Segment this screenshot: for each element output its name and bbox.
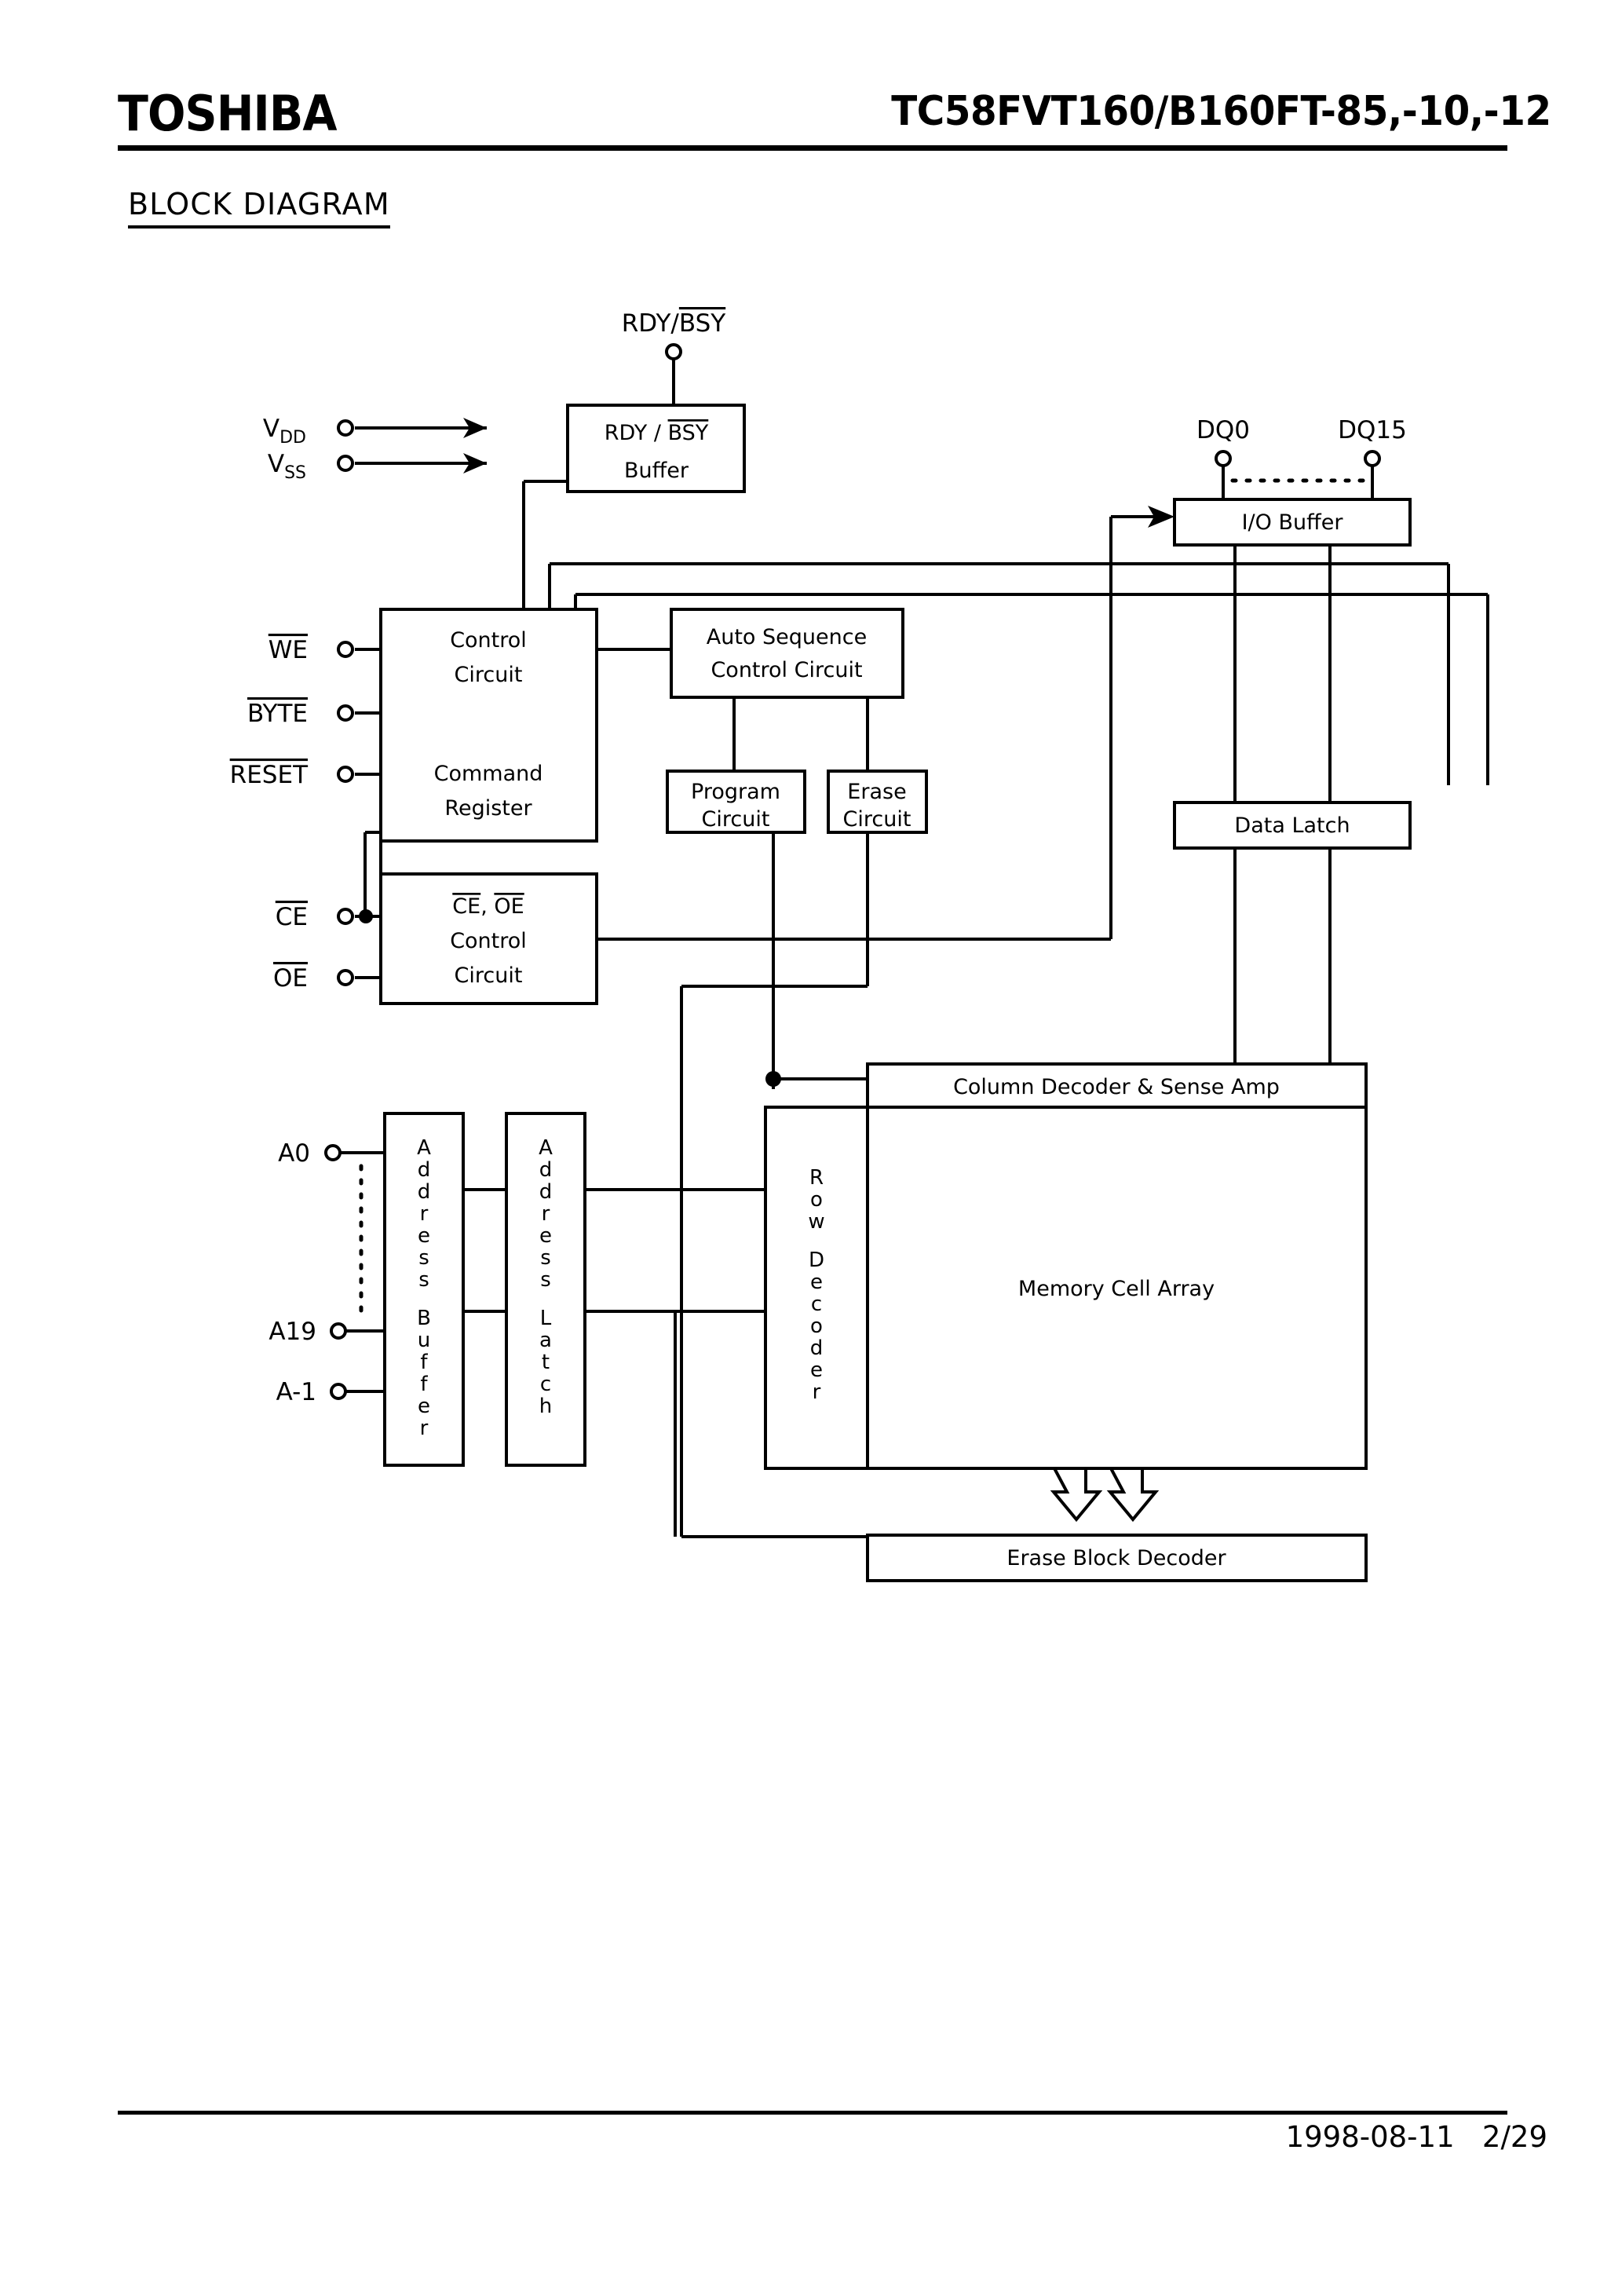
junction-dot-program xyxy=(765,1071,781,1087)
pin-label-vss: VSS xyxy=(268,450,306,483)
label-command-register-line1: Command xyxy=(434,762,543,786)
pin-label-rdy-bsy: RDY/BSY xyxy=(622,309,726,338)
pin-label-oe: OE xyxy=(273,964,308,993)
label-control-circuit-line2: Circuit xyxy=(455,663,523,687)
pin-terminal-byte xyxy=(337,704,354,722)
block-diagram: VDD VSS RDY/BSY RDY / BSY Buffer DQ0 DQ1… xyxy=(230,309,1489,1582)
box-group xyxy=(379,404,1412,1582)
label-column-decoder: Column Decoder & Sense Amp xyxy=(953,1075,1280,1099)
label-auto-sequence-line1: Auto Sequence xyxy=(707,625,867,649)
label-auto-sequence-line2: Control Circuit xyxy=(711,658,862,682)
pin-label-vdd: VDD xyxy=(263,415,306,448)
pin-terminal-a0 xyxy=(324,1144,342,1161)
bidirectional-arrow-left xyxy=(1050,1467,1103,1523)
pin-terminal-we xyxy=(337,641,354,658)
label-control-circuit-line1: Control xyxy=(450,628,527,653)
label-command-register-line2: Register xyxy=(444,796,532,821)
label-erase-circuit-line1: Erase xyxy=(847,780,906,804)
label-erase-circuit-line2: Circuit xyxy=(843,807,911,832)
pin-terminal-am1 xyxy=(330,1383,347,1400)
pin-label-dq15: DQ15 xyxy=(1338,416,1407,444)
pin-label-a0: A0 xyxy=(278,1139,310,1168)
label-program-circuit-line1: Program xyxy=(691,780,780,804)
label-erase-block-decoder: Erase Block Decoder xyxy=(1006,1546,1226,1570)
label-program-circuit-line2: Circuit xyxy=(702,807,770,832)
label-row-decoder: RowDecoder xyxy=(808,1166,824,1404)
label-rdy-bsy-buffer-line2: Buffer xyxy=(624,459,689,483)
label-address-latch: AddressLatch xyxy=(539,1136,553,1418)
pin-label-reset: RESET xyxy=(230,761,309,789)
pin-label-byte: BYTE xyxy=(247,700,308,728)
pin-terminal-oe xyxy=(337,969,354,986)
pin-terminal-reset xyxy=(337,766,354,783)
label-io-buffer: I/O Buffer xyxy=(1242,510,1344,535)
dq-wire-group xyxy=(1222,466,1374,499)
pin-terminal-a19 xyxy=(330,1322,347,1340)
pin-terminal-dq15 xyxy=(1364,450,1381,467)
label-memory-cell-array: Memory Cell Array xyxy=(1018,1277,1215,1301)
footer-divider xyxy=(118,2111,1507,2115)
footer-info: 1998-08-11 2/29 xyxy=(1286,2120,1547,2154)
junction-dot-ce xyxy=(359,909,373,923)
bidirectional-arrow-right xyxy=(1106,1467,1160,1523)
pin-label-am1: A-1 xyxy=(276,1378,316,1406)
pin-terminal-ce xyxy=(337,908,354,925)
pin-terminal-vdd xyxy=(337,419,354,437)
label-rdy-bsy-buffer-line1: RDY / BSY xyxy=(605,421,709,445)
label-ce-oe-line2: Control xyxy=(450,929,527,953)
label-ce-oe-line1: CE, OE xyxy=(452,894,524,919)
label-ce-oe-line3: Circuit xyxy=(455,963,523,988)
pin-label-a19: A19 xyxy=(269,1318,316,1346)
pin-label-dq0: DQ0 xyxy=(1196,416,1250,444)
pin-label-ce: CE xyxy=(276,903,308,931)
footer-date: 1998-08-11 xyxy=(1285,2120,1455,2154)
pin-terminal-rdybsy xyxy=(665,343,682,360)
pin-label-we: WE xyxy=(269,636,308,664)
pin-terminal-dq0 xyxy=(1215,450,1232,467)
box-auto-sequence xyxy=(670,608,904,699)
pin-terminal-vss xyxy=(337,455,354,472)
label-data-latch: Data Latch xyxy=(1234,813,1350,838)
footer-page: 2/29 xyxy=(1481,2120,1547,2154)
label-address-buffer: AddressBuffer xyxy=(417,1136,431,1440)
